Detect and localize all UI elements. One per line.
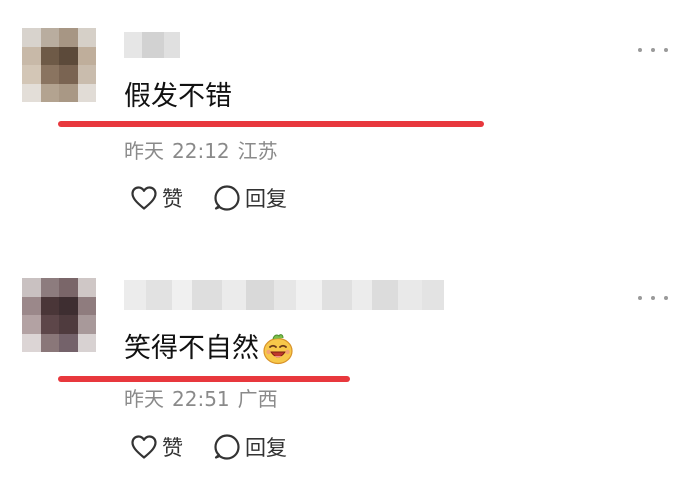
reply-label: 回复: [245, 187, 287, 211]
comment-time-label: 昨天: [124, 139, 164, 163]
like-label: 赞: [162, 187, 183, 211]
chat-bubble-icon: [214, 434, 240, 460]
laughing-face-icon: [263, 334, 293, 365]
comment-time: 22:51: [172, 387, 230, 411]
reply-label: 回复: [245, 436, 287, 460]
comment-location: 广西: [237, 387, 278, 411]
comment-actions: 赞 回复: [130, 183, 287, 213]
like-button[interactable]: 赞: [130, 183, 183, 213]
more-dots-icon[interactable]: [638, 44, 668, 56]
comment-text: 假发不错: [124, 80, 232, 114]
avatar[interactable]: [22, 28, 96, 102]
comment-meta: 昨天 22:12 江苏: [124, 139, 278, 163]
comment-location: 江苏: [237, 139, 278, 163]
more-dots-icon[interactable]: [638, 292, 668, 304]
comment-item: 假发不错 昨天 22:12 江苏 赞 回复: [0, 0, 686, 250]
username-blurred[interactable]: [124, 280, 444, 310]
like-button[interactable]: 赞: [130, 432, 183, 462]
username-blurred[interactable]: [124, 32, 180, 58]
comment-text-value: 笑得不自然: [124, 333, 259, 364]
highlight-underline: [58, 376, 350, 382]
comment-item: 笑得不自然 昨天 22:51 广西 赞 回复: [0, 262, 686, 484]
comment-actions: 赞 回复: [130, 432, 287, 462]
like-label: 赞: [162, 436, 183, 460]
reply-button[interactable]: 回复: [213, 183, 287, 213]
heart-icon: [131, 435, 157, 459]
highlight-underline: [58, 121, 484, 127]
chat-bubble-icon: [214, 185, 240, 211]
avatar[interactable]: [22, 278, 96, 352]
reply-button[interactable]: 回复: [213, 432, 287, 462]
comment-time: 22:12: [172, 139, 230, 163]
comment-text: 笑得不自然: [124, 332, 295, 366]
comment-time-label: 昨天: [124, 387, 164, 411]
comment-meta: 昨天 22:51 广西: [124, 387, 278, 411]
heart-icon: [131, 186, 157, 210]
comment-text-value: 假发不错: [124, 81, 232, 112]
